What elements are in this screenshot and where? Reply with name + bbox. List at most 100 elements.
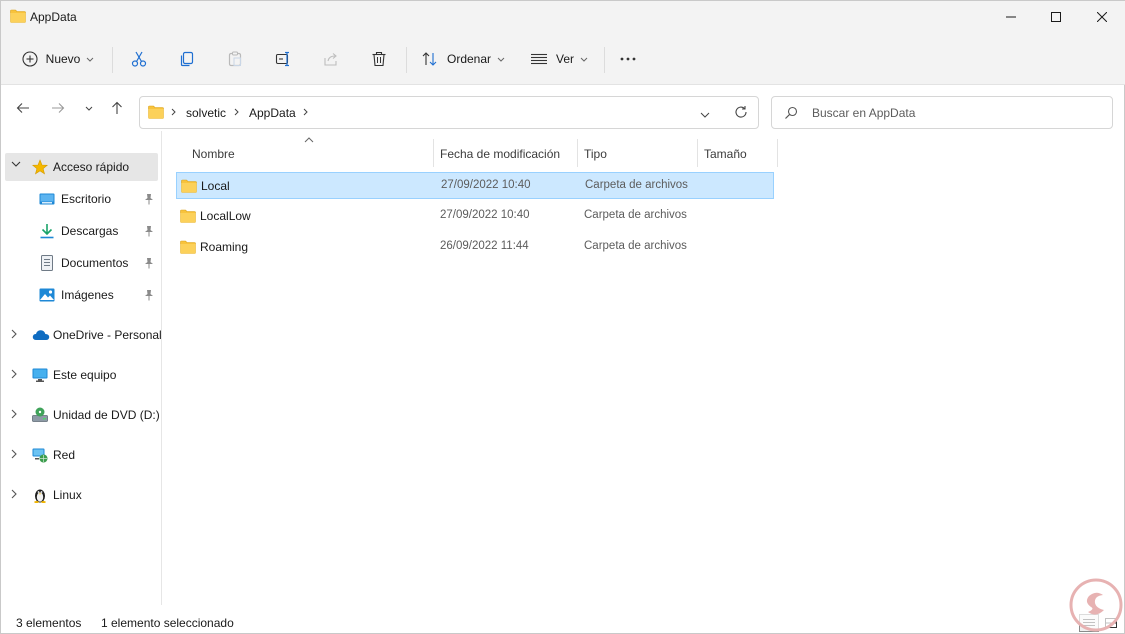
status-bar: 3 elementos 1 elemento seleccionado [1,605,1124,634]
pane-divider[interactable] [161,131,162,605]
chevron-down-icon [700,112,710,118]
sidebar-item-pictures[interactable]: Imágenes [5,281,158,309]
maximize-button[interactable] [1033,1,1079,33]
sidebar-item-dvd-drive[interactable]: Unidad de DVD (D:) [5,401,160,429]
sidebar-item-linux[interactable]: Linux [5,481,158,509]
sidebar-item-quick-access[interactable]: Acceso rápido [5,153,158,181]
column-header-size[interactable]: Tamaño [696,139,778,167]
pin-icon [145,226,153,237]
column-header-modified[interactable]: Fecha de modificación [432,139,577,167]
chevron-right-icon [11,409,17,419]
toolbar-separator [604,47,605,73]
sidebar-item-downloads[interactable]: Descargas [5,217,158,245]
file-row[interactable]: LocalLow 27/09/2022 10:40 Carpeta de arc… [176,203,774,230]
close-button[interactable] [1079,1,1125,33]
column-header-label: Tamaño [704,147,747,161]
back-button[interactable] [13,98,33,118]
selection-count: 1 elemento seleccionado [101,616,234,630]
view-label: Ver [555,52,574,66]
address-bar[interactable]: solvetic AppData [139,96,759,129]
view-lines-icon [530,53,547,65]
chevron-down-icon [497,57,505,62]
new-button[interactable]: Nuevo [15,41,101,77]
view-button[interactable]: Ver [523,41,595,77]
share-icon [324,53,337,66]
search-box[interactable]: Buscar en AppData [771,96,1113,129]
minimize-button[interactable] [988,1,1034,33]
copy-button[interactable] [173,41,201,77]
sidebar-item-label: Red [53,448,76,462]
folder-icon [10,9,26,23]
chevron-right-icon [234,108,239,116]
new-label: Nuevo [45,52,81,66]
sidebar-item-onedrive[interactable]: OneDrive - Personal [5,321,162,349]
monitor-icon [32,367,48,383]
dvd-drive-icon [32,407,48,423]
folder-icon [148,105,164,122]
file-row[interactable]: Roaming 26/09/2022 11:44 Carpeta de arch… [176,234,774,261]
sidebar-item-label: Imágenes [61,288,114,302]
sidebar-item-label: OneDrive - Personal [53,328,162,342]
delete-button[interactable] [365,41,393,77]
chevron-right-icon [11,489,17,499]
desktop-icon [39,191,55,207]
sidebar-item-label: Acceso rápido [53,160,130,174]
sort-label: Ordenar [446,52,492,66]
folder-icon [181,179,197,196]
brand-logo-icon [1069,578,1123,632]
sidebar-item-this-pc[interactable]: Este equipo [5,361,158,389]
refresh-button[interactable] [734,105,748,122]
minimize-icon [1006,16,1016,18]
more-options-button[interactable] [613,41,643,77]
refresh-icon [735,106,747,118]
address-dropdown-button[interactable] [700,107,710,121]
sort-button[interactable]: Ordenar [415,41,511,77]
file-name: Roaming [200,240,249,254]
file-type: Carpeta de archivos [584,209,687,221]
file-type: Carpeta de archivos [584,240,687,252]
chevron-right-icon [11,329,17,339]
paste-button[interactable] [221,41,249,77]
arrow-up-icon [112,101,122,114]
rename-button[interactable] [269,41,297,77]
item-count: 3 elementos [16,616,82,630]
plus-circle-icon [22,51,38,67]
file-row[interactable]: Local 27/09/2022 10:40 Carpeta de archiv… [176,172,774,199]
forward-button[interactable] [48,98,68,118]
close-icon [1097,12,1107,22]
sidebar-item-desktop[interactable]: Escritorio [5,185,158,213]
arrow-right-icon [52,103,65,113]
star-icon [32,159,48,175]
column-header-label: Tipo [584,147,607,161]
documents-icon [39,255,55,271]
column-separator[interactable] [777,139,778,167]
column-header-type[interactable]: Tipo [576,139,697,167]
file-modified: 26/09/2022 11:44 [440,240,529,252]
column-header-label: Nombre [192,147,235,161]
toolbar-separator [112,47,113,73]
file-name: LocalLow [200,209,251,223]
network-icon [32,447,48,463]
breadcrumb-segment[interactable]: AppData [249,106,296,120]
chevron-down-icon [11,161,21,167]
window-title: AppData [30,10,77,24]
file-name: Local [201,179,230,193]
sidebar-item-network[interactable]: Red [5,441,158,469]
file-modified: 27/09/2022 10:40 [441,179,531,191]
chevron-down-icon [580,57,588,62]
chevron-right-icon [171,108,176,116]
title-bar: AppData [1,1,1125,33]
recent-locations-button[interactable] [79,98,99,118]
pin-icon [145,194,153,205]
chevron-right-icon [303,108,308,116]
column-header-name[interactable]: Nombre [184,139,433,167]
pin-icon [145,290,153,301]
file-modified: 27/09/2022 10:40 [440,209,530,221]
breadcrumb-segment[interactable]: solvetic [186,106,226,120]
up-button[interactable] [107,98,127,118]
command-bar: Nuevo Ordenar Ver [1,41,1125,77]
sidebar-item-documents[interactable]: Documentos [5,249,158,277]
share-button[interactable] [317,41,345,77]
navigation-pane: Acceso rápido Escritorio Descargas Docum… [1,131,162,605]
cut-button[interactable] [125,41,153,77]
